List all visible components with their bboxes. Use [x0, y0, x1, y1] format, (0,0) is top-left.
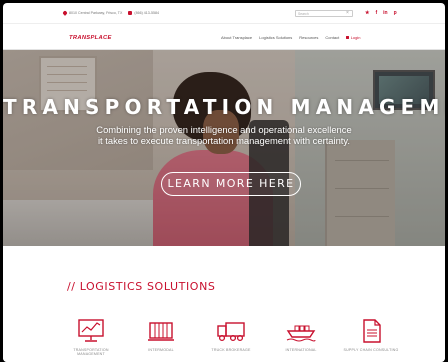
truck-icon [217, 322, 245, 342]
login-label: Login [350, 35, 361, 40]
search-icon[interactable]: × [346, 10, 349, 17]
hero-subtitle: Combining the proven intelligence and op… [3, 124, 445, 146]
search-input[interactable]: Search [295, 10, 353, 17]
address: 8010 Central Parkway, Frisco, TX [62, 10, 123, 16]
nav-item-contact[interactable]: Contact [325, 35, 339, 40]
social-links: ★ f in p [365, 9, 397, 17]
service-label: INTERMODAL [148, 348, 174, 352]
logistics-solutions-section: // LOGISTICS SOLUTIONS TRANSPORTATION MA… [3, 246, 445, 362]
linkedin-icon[interactable]: in [383, 9, 387, 17]
logo[interactable]: TRANSPLACE [69, 35, 112, 41]
main-navbar: TRANSPLACE About Transplace Logistics So… [3, 23, 445, 50]
phone-text[interactable]: (866) 413-5584 [134, 11, 159, 15]
container-icon [148, 322, 174, 341]
nav-menu: About Transplace Logistics Solutions Res… [221, 35, 361, 40]
service-international[interactable]: INTERNATIONAL [271, 318, 331, 357]
nav-item-resources[interactable]: Resources [299, 35, 318, 40]
learn-more-button[interactable]: LEARN MORE HERE [161, 172, 301, 196]
address-text: 8010 Central Parkway, Frisco, TX [69, 11, 123, 15]
service-label: TRUCK BROKERAGE [211, 348, 251, 352]
service-supply-chain-consulting[interactable]: SUPPLY CHAIN CONSULTING [341, 318, 401, 357]
phone-icon [128, 11, 133, 15]
service-label: SUPPLY CHAIN CONSULTING [343, 348, 399, 352]
facebook-icon[interactable]: f [375, 9, 377, 17]
service-truck-brokerage[interactable]: TRUCK BROKERAGE [201, 318, 261, 357]
service-transportation-management[interactable]: TRANSPORTATION MANAGEMENT [61, 318, 121, 357]
hero-subtitle-line-1: Combining the proven intelligence and op… [96, 124, 352, 135]
ship-icon [286, 325, 316, 342]
nav-item-about[interactable]: About Transplace [221, 35, 252, 40]
map-pin-icon [62, 10, 68, 16]
services-list: TRANSPORTATION MANAGEMENT INTERMODAL TRU… [61, 318, 401, 357]
nav-item-logistics[interactable]: Logistics Solutions [259, 35, 292, 40]
lock-icon [346, 35, 350, 40]
hero-banner: TRANSPORTATION MANAGEMENT Combining the … [3, 50, 445, 246]
service-intermodal[interactable]: INTERMODAL [131, 318, 191, 357]
twitter-icon[interactable]: ★ [365, 9, 369, 17]
hero-subtitle-line-2: it takes to execute transportation manag… [97, 135, 351, 146]
section-title: // LOGISTICS SOLUTIONS [67, 280, 216, 293]
service-label: INTERNATIONAL [285, 348, 317, 352]
pinterest-icon[interactable]: p [394, 9, 397, 17]
hero-title: TRANSPORTATION MANAGEMENT [3, 95, 445, 119]
monitor-chart-icon [78, 319, 104, 342]
phone[interactable]: (866) 413-5584 [128, 11, 159, 15]
hero-overlay [3, 50, 445, 246]
service-label: TRANSPORTATION MANAGEMENT [73, 348, 109, 357]
browser-page: 8010 Central Parkway, Frisco, TX (866) 4… [3, 3, 445, 362]
login-link[interactable]: Login [346, 35, 361, 40]
document-icon [363, 319, 381, 343]
